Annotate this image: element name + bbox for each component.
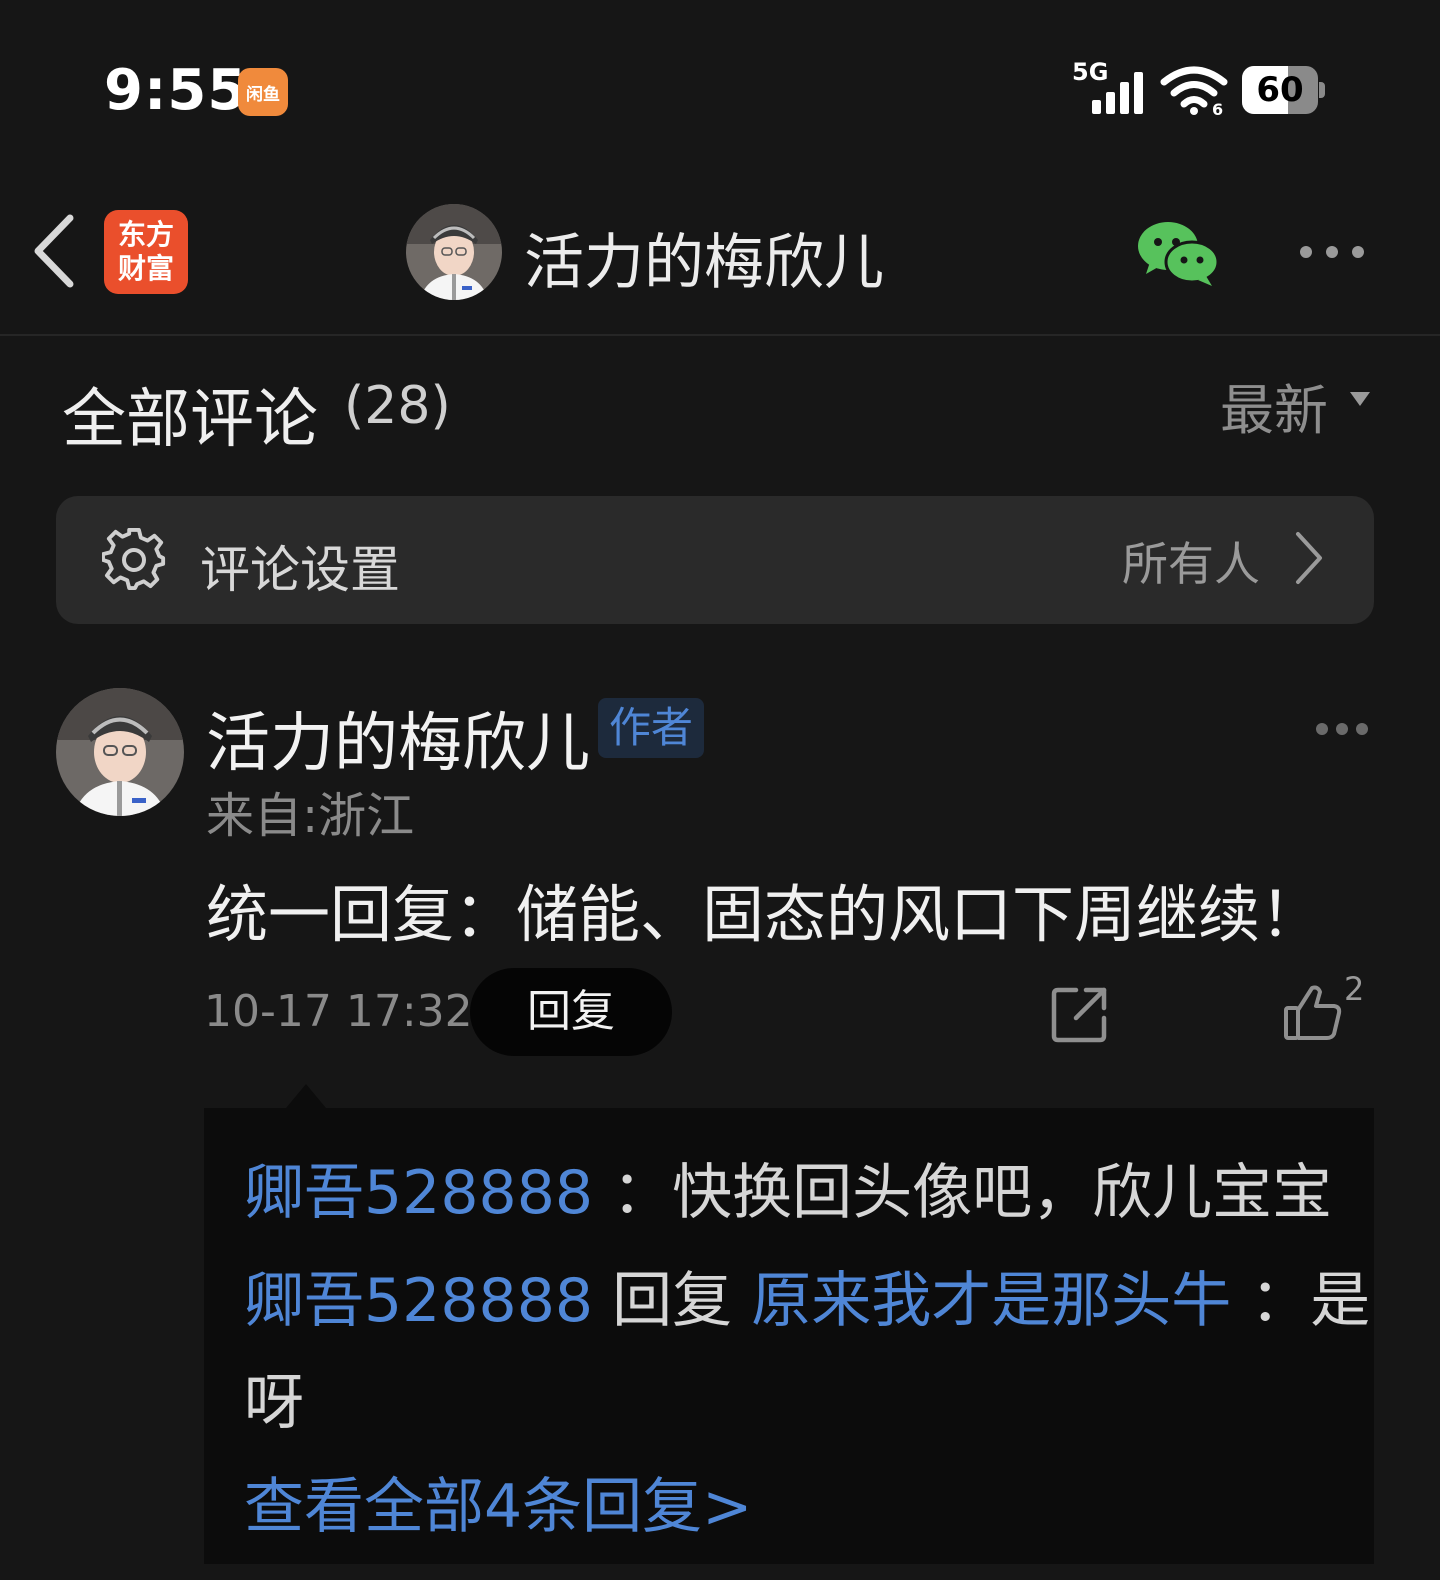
sort-dropdown[interactable]: 最新 xyxy=(1220,366,1328,445)
more-dot xyxy=(1316,723,1328,735)
brand-logo-line2: 财富 xyxy=(117,252,174,285)
more-dot xyxy=(1326,246,1338,258)
reply-target-username[interactable]: 原来我才是那头牛 xyxy=(751,1266,1231,1336)
navigation-bar: 东方 财富 活力的梅欣儿 xyxy=(0,180,1440,336)
battery-indicator: 60 xyxy=(1242,66,1326,114)
reply-item[interactable]: 卿吾528888 回复 原来我才是那头牛 ：是 xyxy=(244,1252,1370,1339)
comment-author-name[interactable]: 活力的梅欣儿 xyxy=(206,692,590,784)
status-time: 9:55 xyxy=(104,58,248,123)
comment-location: 来自:浙江 xyxy=(206,788,415,844)
reply-item[interactable]: 卿吾528888 ：快换回头像吧，欣儿宝宝 xyxy=(244,1144,1332,1231)
app-notification-icon: 闲鱼 xyxy=(238,68,288,116)
nav-avatar[interactable] xyxy=(406,204,502,300)
back-icon[interactable] xyxy=(28,210,84,292)
share-icon[interactable] xyxy=(1050,984,1110,1044)
more-dot xyxy=(1336,723,1348,735)
svg-text:6: 6 xyxy=(1212,100,1223,116)
brand-logo-line1: 东方 xyxy=(117,218,174,251)
gear-icon xyxy=(102,528,166,591)
wifi-icon: 6 xyxy=(1160,66,1228,116)
like-count: 2 xyxy=(1344,970,1365,1008)
more-dot xyxy=(1356,723,1368,735)
more-dot xyxy=(1300,246,1312,258)
comment-more-icon[interactable] xyxy=(1314,720,1372,738)
reply-text: ：快换回头像吧，欣儿宝宝 xyxy=(612,1158,1333,1228)
more-icon[interactable] xyxy=(1296,240,1368,264)
like-icon[interactable] xyxy=(1282,982,1344,1044)
status-bar: 9:55 闲鱼 5G 6 60 xyxy=(0,0,1440,180)
chevron-right-icon xyxy=(1296,532,1322,584)
nav-title: 活力的梅欣儿 xyxy=(524,228,884,298)
comment-time: 10-17 17:32 xyxy=(204,986,473,1037)
reply-username[interactable]: 卿吾528888 xyxy=(244,1158,593,1228)
replies-box: 卿吾528888 ：快换回头像吧，欣儿宝宝 卿吾528888 回复 原来我才是那… xyxy=(204,1108,1374,1564)
section-title: 全部评论 xyxy=(62,383,318,457)
settings-label: 评论设置 xyxy=(200,541,400,599)
reply-text: ：是 xyxy=(1250,1266,1371,1336)
comment-avatar[interactable] xyxy=(56,688,184,816)
more-dot xyxy=(1352,246,1364,258)
comment-settings-bar[interactable]: 评论设置 所有人 xyxy=(56,496,1374,624)
settings-value: 所有人 xyxy=(1122,537,1260,591)
author-badge: 作者 xyxy=(598,698,704,758)
comment-count: (28) xyxy=(344,376,451,436)
signal-icon xyxy=(1092,72,1143,114)
battery-body: 60 xyxy=(1242,66,1318,114)
reply-username[interactable]: 卿吾528888 xyxy=(244,1266,593,1336)
replies-pointer xyxy=(286,1084,326,1108)
battery-cap xyxy=(1319,82,1325,98)
view-all-replies-link[interactable]: 查看全部4条回复> xyxy=(244,1458,752,1545)
reply-verb: 回复 xyxy=(612,1266,733,1336)
sort-caret-icon[interactable] xyxy=(1348,390,1372,408)
battery-text: 60 xyxy=(1256,70,1304,110)
wechat-icon[interactable] xyxy=(1136,218,1220,288)
reply-button[interactable]: 回复 xyxy=(470,968,672,1056)
reply-text-continuation: 呀 xyxy=(244,1368,304,1438)
brand-logo[interactable]: 东方 财富 xyxy=(104,210,188,294)
comment-text: 统一回复：储能、固态的风口下周继续！ xyxy=(206,878,1323,951)
